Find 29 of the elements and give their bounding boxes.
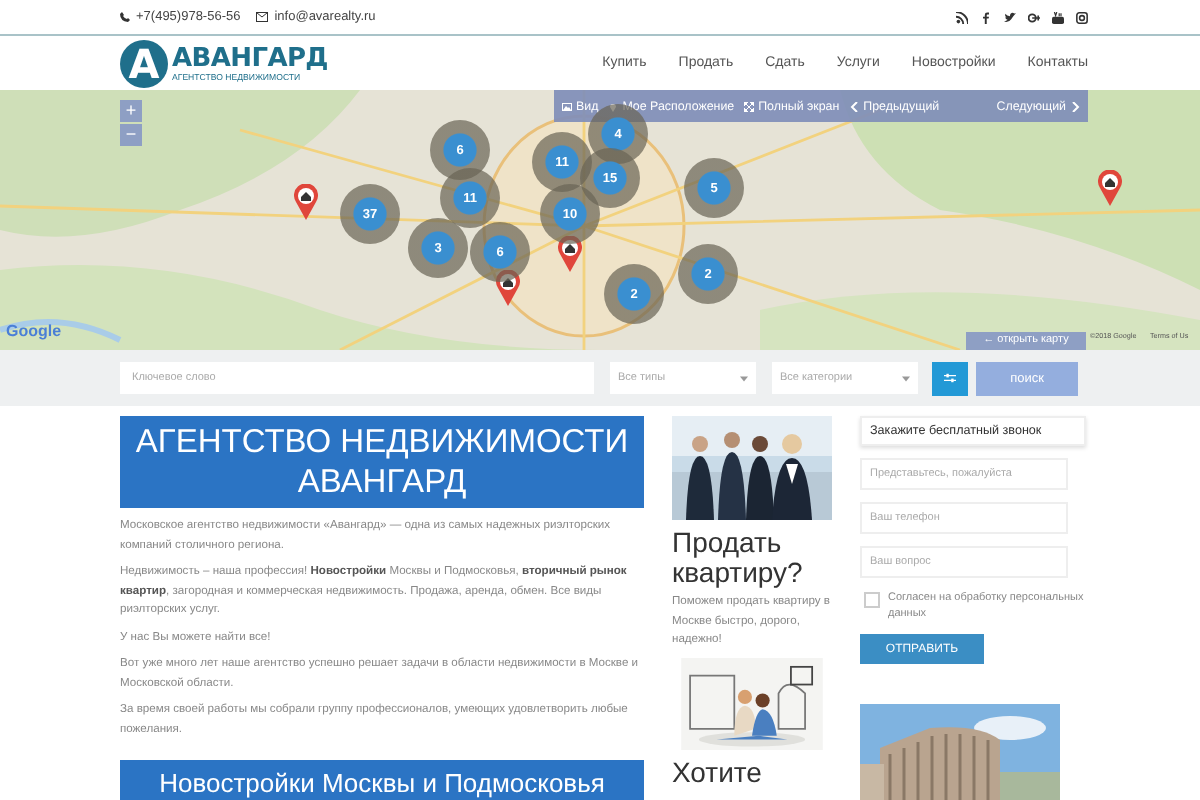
promo-title: Хотите	[672, 757, 764, 787]
image-icon	[562, 101, 572, 111]
caret-icon	[740, 375, 748, 381]
zoom-out-button[interactable]: −	[120, 124, 142, 146]
page-heading: АГЕНТСТВО НЕДВИЖИМОСТИ АВАНГАРД	[120, 416, 644, 508]
twitter-icon[interactable]	[1004, 11, 1016, 23]
expand-icon	[744, 101, 755, 111]
facebook-icon[interactable]	[980, 11, 992, 23]
google-plus-icon[interactable]	[1028, 11, 1040, 23]
logo-name[interactable]: АВАНГАРД	[172, 45, 328, 71]
caret-icon	[902, 375, 910, 381]
google-logo: Google	[6, 322, 62, 340]
chevron-right-icon	[1070, 101, 1080, 111]
instagram-icon[interactable]	[1076, 11, 1088, 23]
promo-title: Продать квартиру?	[672, 528, 805, 588]
filter-button[interactable]	[932, 361, 968, 395]
sliders-icon	[944, 372, 956, 384]
zoom-in-button[interactable]: +	[120, 100, 142, 122]
section-heading: Новостройки Москвы и Подмосковья	[120, 760, 644, 800]
youtube-icon[interactable]	[1052, 11, 1064, 23]
logo-mark[interactable]: А	[120, 39, 168, 87]
rss-icon[interactable]	[956, 11, 968, 23]
phone-icon	[120, 12, 130, 22]
checkbox[interactable]	[864, 592, 880, 608]
house-pin-icon[interactable]	[294, 184, 318, 220]
house-pin-icon[interactable]	[1098, 170, 1122, 206]
envelope-icon	[256, 12, 269, 22]
house-pin-icon[interactable]	[496, 270, 520, 306]
chevron-left-icon	[849, 101, 860, 111]
